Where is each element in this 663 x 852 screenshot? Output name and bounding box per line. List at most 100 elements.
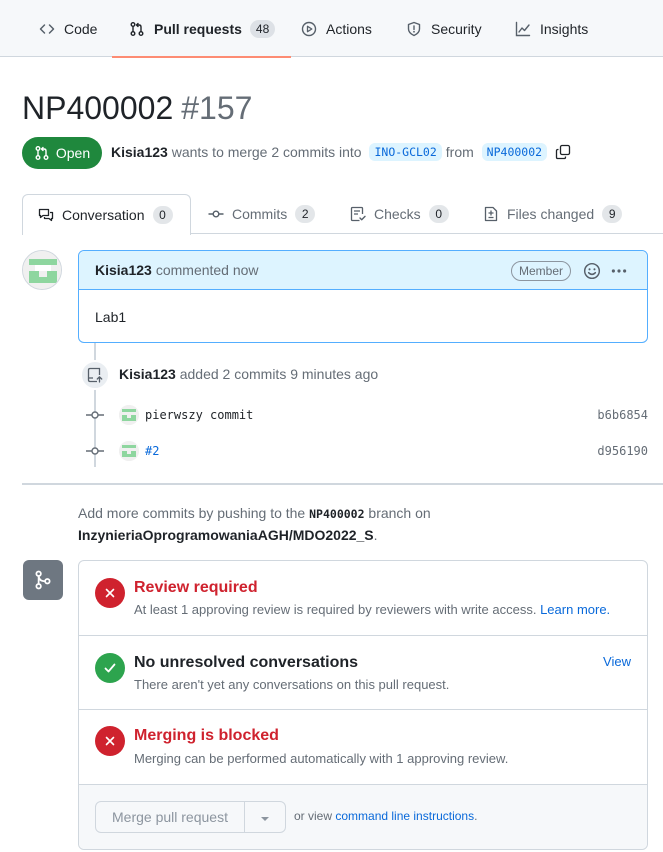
- merge-box: Review required At least 1 approving rev…: [78, 560, 648, 850]
- code-icon: [38, 20, 56, 38]
- kebab-horizontal-icon[interactable]: [610, 262, 628, 283]
- hint-suffix: .: [373, 527, 378, 543]
- x-circle-icon: [95, 726, 125, 756]
- pull-requests-counter: 48: [249, 19, 276, 38]
- tab-checks[interactable]: Checks 0: [350, 194, 449, 234]
- repo-tab-actions[interactable]: Actions: [300, 0, 372, 57]
- pr-tabs: Conversation 0 Commits 2 Checks 0 Files …: [22, 194, 663, 235]
- comment-author-link[interactable]: Kisia123: [95, 262, 152, 278]
- copy-icon[interactable]: [555, 144, 571, 160]
- push-event-text: Kisia123 added 2 commits 9 minutes ago: [119, 366, 378, 382]
- check-circle-icon: [95, 653, 125, 683]
- repo-tab-insights[interactable]: Insights: [514, 0, 588, 57]
- member-badge: Member: [511, 261, 572, 281]
- repo-tab-label: Security: [431, 20, 482, 37]
- view-conversations-link[interactable]: View: [603, 654, 631, 669]
- git-commit-icon: [86, 445, 104, 457]
- merging-blocked-section: Merging is blocked Merging can be perfor…: [79, 710, 647, 785]
- commit-row: pierwszy commit b6b6854: [86, 403, 648, 427]
- tab-counter: 9: [602, 205, 623, 223]
- triangle-down-icon: [260, 809, 270, 825]
- pr-from-text: from: [445, 144, 474, 160]
- merge-pull-request-button[interactable]: Merge pull request: [95, 801, 245, 833]
- base-branch[interactable]: INO-GCL02: [369, 143, 442, 161]
- push-description: added 2 commits 9 minutes ago: [179, 366, 379, 382]
- merge-options-dropdown[interactable]: [244, 801, 286, 833]
- timeline-divider: [22, 483, 663, 485]
- commit-sha[interactable]: b6b6854: [597, 408, 648, 422]
- cli-suffix: .: [474, 809, 478, 823]
- pr-number: #157: [181, 90, 253, 126]
- review-required-title: Review required: [134, 579, 258, 596]
- smiley-icon[interactable]: [583, 262, 601, 283]
- review-required-desc: At least 1 approving review is required …: [134, 602, 610, 617]
- pr-state-badge: Open: [22, 137, 102, 169]
- comment-body: Lab1: [95, 309, 127, 325]
- tab-commits[interactable]: Commits 2: [208, 194, 316, 234]
- repo-tab-code[interactable]: Code: [38, 0, 97, 57]
- commit-message[interactable]: pierwszy commit: [145, 408, 253, 422]
- hint-prefix: Add more commits by pushing to the: [78, 505, 306, 521]
- cli-prefix: or view: [294, 809, 333, 823]
- merging-blocked-title: Merging is blocked: [134, 727, 279, 744]
- git-commit-icon: [86, 409, 104, 421]
- comment-header: Kisia123 commented now Member: [79, 251, 647, 290]
- conversations-title: No unresolved conversations: [134, 654, 359, 671]
- pr-author-link[interactable]: Kisia123: [111, 144, 168, 160]
- commit-author-avatar[interactable]: [119, 405, 139, 425]
- tab-counter: 0: [428, 205, 449, 223]
- git-commit-icon: [208, 206, 224, 222]
- pr-state-label: Open: [55, 145, 91, 161]
- tab-conversation[interactable]: Conversation 0: [22, 194, 191, 235]
- comment-box: Kisia123 commented now Member Lab1: [78, 250, 648, 343]
- push-author-link[interactable]: Kisia123: [119, 366, 176, 382]
- review-required-section: Review required At least 1 approving rev…: [79, 561, 647, 636]
- hint-middle: branch on: [368, 505, 431, 521]
- command-line-instructions-link[interactable]: command line instructions: [335, 809, 474, 823]
- tab-label: Files changed: [507, 206, 595, 222]
- hint-branch: NP400002: [309, 507, 365, 521]
- cli-instructions: or view command line instructions.: [294, 809, 477, 823]
- learn-more-link[interactable]: Learn more.: [540, 602, 610, 617]
- pr-meta-text: wants to merge 2 commits into: [171, 144, 362, 160]
- comment-action[interactable]: commented now: [156, 262, 259, 278]
- comment-discussion-icon: [38, 207, 54, 223]
- avatar[interactable]: [22, 250, 62, 290]
- push-hint: Add more commits by pushing to the NP400…: [78, 503, 638, 546]
- tab-label: Commits: [232, 206, 288, 222]
- pr-meta: Kisia123 wants to merge 2 commits into I…: [111, 143, 571, 161]
- repo-tab-security[interactable]: Security: [405, 0, 482, 57]
- checklist-icon: [350, 206, 366, 222]
- file-diff-icon: [483, 206, 499, 222]
- conversations-desc: There aren't yet any conversations on th…: [134, 677, 450, 692]
- active-tab-underline: [112, 56, 292, 58]
- pr-title: NP400002 #157: [22, 90, 252, 127]
- tab-files-changed[interactable]: Files changed 9: [483, 194, 623, 234]
- pr-title-text: NP400002: [22, 90, 174, 126]
- commit-row: #2 d956190: [86, 439, 648, 463]
- git-pull-request-icon: [128, 20, 146, 38]
- tab-counter: 0: [152, 206, 173, 224]
- tab-counter: 2: [295, 205, 316, 223]
- commit-message-link[interactable]: #2: [145, 444, 159, 458]
- repo-nav: Code Pull requests 48 Actions Security I…: [0, 0, 663, 58]
- repo-tab-label: Insights: [540, 20, 589, 37]
- repo-tab-pull-requests[interactable]: Pull requests 48: [112, 0, 292, 58]
- tab-label: Checks: [374, 206, 421, 222]
- commit-author-avatar[interactable]: [119, 441, 139, 461]
- repo-tab-label: Pull requests: [154, 20, 242, 37]
- repo-push-icon: [80, 360, 110, 390]
- merge-footer: Merge pull request or view command line …: [79, 785, 647, 849]
- git-pull-request-icon: [35, 146, 49, 160]
- x-circle-icon: [95, 578, 125, 608]
- head-branch[interactable]: NP400002: [481, 143, 548, 161]
- play-icon: [300, 20, 318, 38]
- tab-label: Conversation: [62, 207, 145, 223]
- identicon-image: [23, 251, 61, 289]
- repo-tab-label: Actions: [326, 20, 372, 37]
- review-required-text: At least 1 approving review is required …: [134, 602, 537, 617]
- commit-sha[interactable]: d956190: [597, 444, 648, 458]
- conversations-section: No unresolved conversations There aren't…: [79, 636, 647, 710]
- git-merge-icon: [23, 560, 63, 600]
- shield-icon: [405, 20, 423, 38]
